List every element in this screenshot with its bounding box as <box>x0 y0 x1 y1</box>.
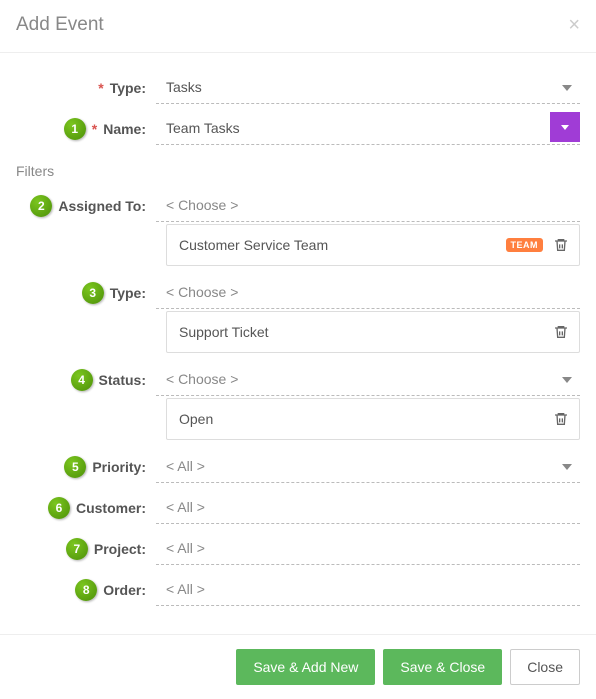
label-order: 8 Order: <box>16 579 156 601</box>
filter-type-chip: Support Ticket <box>166 311 580 353</box>
label-customer-text: Customer: <box>76 500 146 516</box>
label-filter-type-text: Type: <box>110 285 146 301</box>
modal-footer: Save & Add New Save & Close Close <box>0 634 596 699</box>
row-project: 7 Project: <box>16 532 580 565</box>
team-badge: TEAM <box>506 238 544 252</box>
label-type: * Type: <box>16 80 156 96</box>
modal-header: Add Event × <box>0 0 596 53</box>
label-name-text: Name: <box>103 121 146 137</box>
row-filter-type: 3 Type: <box>16 276 580 309</box>
name-input[interactable] <box>156 112 580 145</box>
filter-type-chip-text: Support Ticket <box>179 324 269 340</box>
name-dropdown-button[interactable] <box>550 112 580 142</box>
label-assigned-to-text: Assigned To: <box>58 198 146 214</box>
label-status: 4 Status: <box>16 369 156 391</box>
label-status-text: Status: <box>99 372 146 388</box>
status-chip-text: Open <box>179 411 213 427</box>
order-select[interactable] <box>156 573 580 606</box>
label-order-text: Order: <box>103 582 146 598</box>
trash-icon[interactable] <box>553 324 567 340</box>
label-name: 1 * Name: <box>16 118 156 140</box>
label-type-text: Type: <box>110 80 146 96</box>
project-select[interactable] <box>156 532 580 565</box>
row-priority: 5 Priority: <box>16 450 580 483</box>
row-order: 8 Order: <box>16 573 580 606</box>
row-type: * Type: <box>16 71 580 104</box>
status-chip: Open <box>166 398 580 440</box>
filter-type-select[interactable] <box>156 276 580 309</box>
customer-select[interactable] <box>156 491 580 524</box>
add-event-modal: Add Event × * Type: 1 * Name: <box>0 0 596 699</box>
trash-icon[interactable] <box>553 411 567 427</box>
filters-section-label: Filters <box>16 163 580 179</box>
chevron-down-icon <box>561 125 569 130</box>
row-assigned-to: 2 Assigned To: <box>16 189 580 222</box>
type-select[interactable] <box>156 71 580 104</box>
label-customer: 6 Customer: <box>16 497 156 519</box>
label-assigned-to: 2 Assigned To: <box>16 195 156 217</box>
required-marker: * <box>98 80 103 96</box>
priority-select[interactable] <box>156 450 580 483</box>
row-name: 1 * Name: <box>16 112 580 145</box>
step-badge-3: 3 <box>82 282 104 304</box>
status-select[interactable] <box>156 363 580 396</box>
modal-body: * Type: 1 * Name: Filters <box>0 53 596 634</box>
row-customer: 6 Customer: <box>16 491 580 524</box>
label-filter-type: 3 Type: <box>16 282 156 304</box>
modal-title: Add Event <box>16 14 104 36</box>
label-priority-text: Priority: <box>92 459 146 475</box>
assigned-to-chip-text: Customer Service Team <box>179 237 328 253</box>
required-marker: * <box>92 121 97 137</box>
step-badge-7: 7 <box>66 538 88 560</box>
save-add-new-button[interactable]: Save & Add New <box>236 649 375 685</box>
step-badge-1: 1 <box>64 118 86 140</box>
assigned-to-chip: Customer Service Team TEAM <box>166 224 580 266</box>
step-badge-4: 4 <box>71 369 93 391</box>
close-button[interactable]: Close <box>510 649 580 685</box>
row-status: 4 Status: <box>16 363 580 396</box>
step-badge-6: 6 <box>48 497 70 519</box>
save-close-button[interactable]: Save & Close <box>383 649 502 685</box>
label-project-text: Project: <box>94 541 146 557</box>
close-icon[interactable]: × <box>568 15 580 35</box>
step-badge-2: 2 <box>30 195 52 217</box>
label-priority: 5 Priority: <box>16 456 156 478</box>
step-badge-8: 8 <box>75 579 97 601</box>
step-badge-5: 5 <box>64 456 86 478</box>
trash-icon[interactable] <box>553 237 567 253</box>
label-project: 7 Project: <box>16 538 156 560</box>
assigned-to-select[interactable] <box>156 189 580 222</box>
